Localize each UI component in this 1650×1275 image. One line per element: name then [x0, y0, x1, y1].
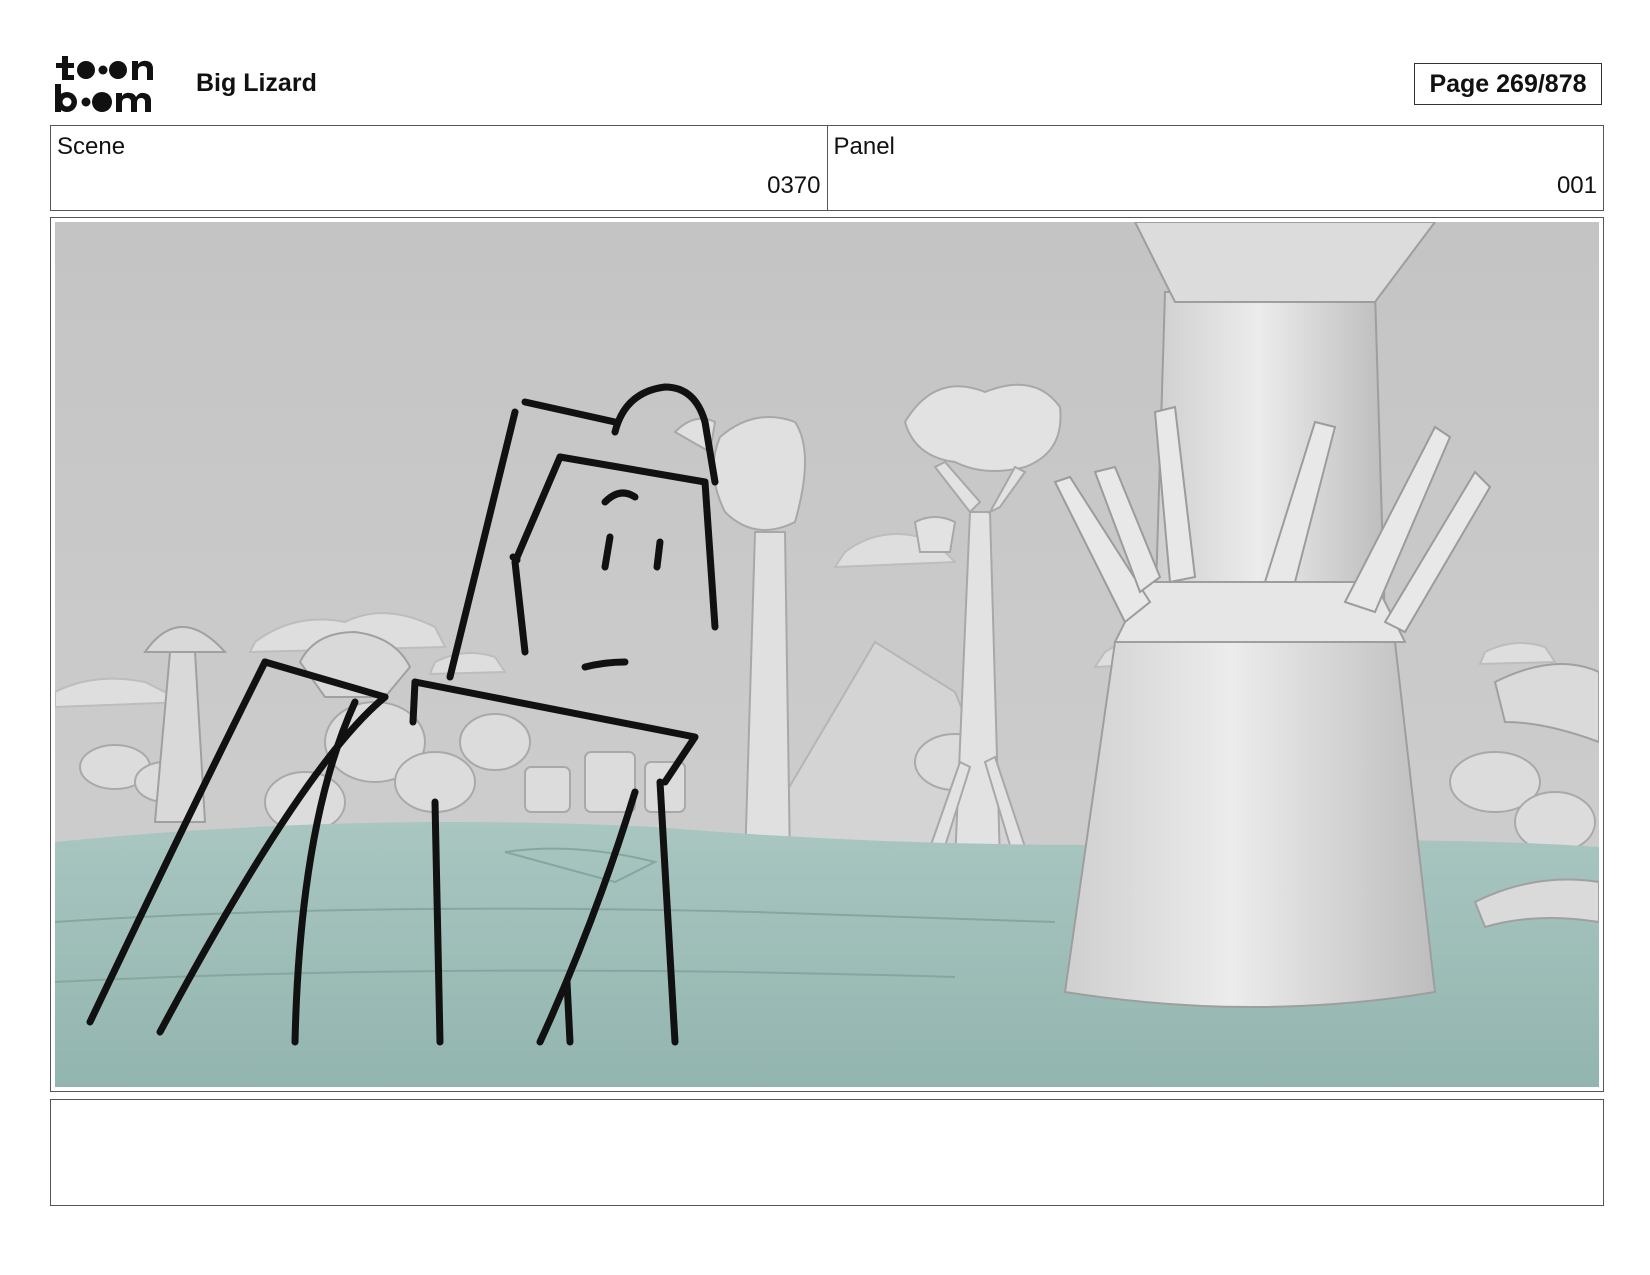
- panel-label: Panel: [833, 133, 895, 160]
- panel-number: 001: [1556, 172, 1597, 199]
- project-title: Big Lizard: [196, 69, 317, 97]
- scene-cell: Scene 0370: [51, 126, 827, 210]
- panel-notes-box: [50, 1099, 1604, 1206]
- panel-artwork-svg: [55, 222, 1599, 1087]
- toonboom-logo: [52, 52, 172, 116]
- scene-panel-info: Scene 0370 Panel 001: [50, 125, 1604, 211]
- panel-cell: Panel 001: [826, 126, 1604, 210]
- scene-label: Scene: [57, 133, 126, 160]
- panel-artwork: [55, 222, 1599, 1087]
- scene-number: 0370: [767, 172, 821, 199]
- storyboard-panel: [50, 217, 1604, 1092]
- page-counter: Page 269/878: [1414, 63, 1602, 105]
